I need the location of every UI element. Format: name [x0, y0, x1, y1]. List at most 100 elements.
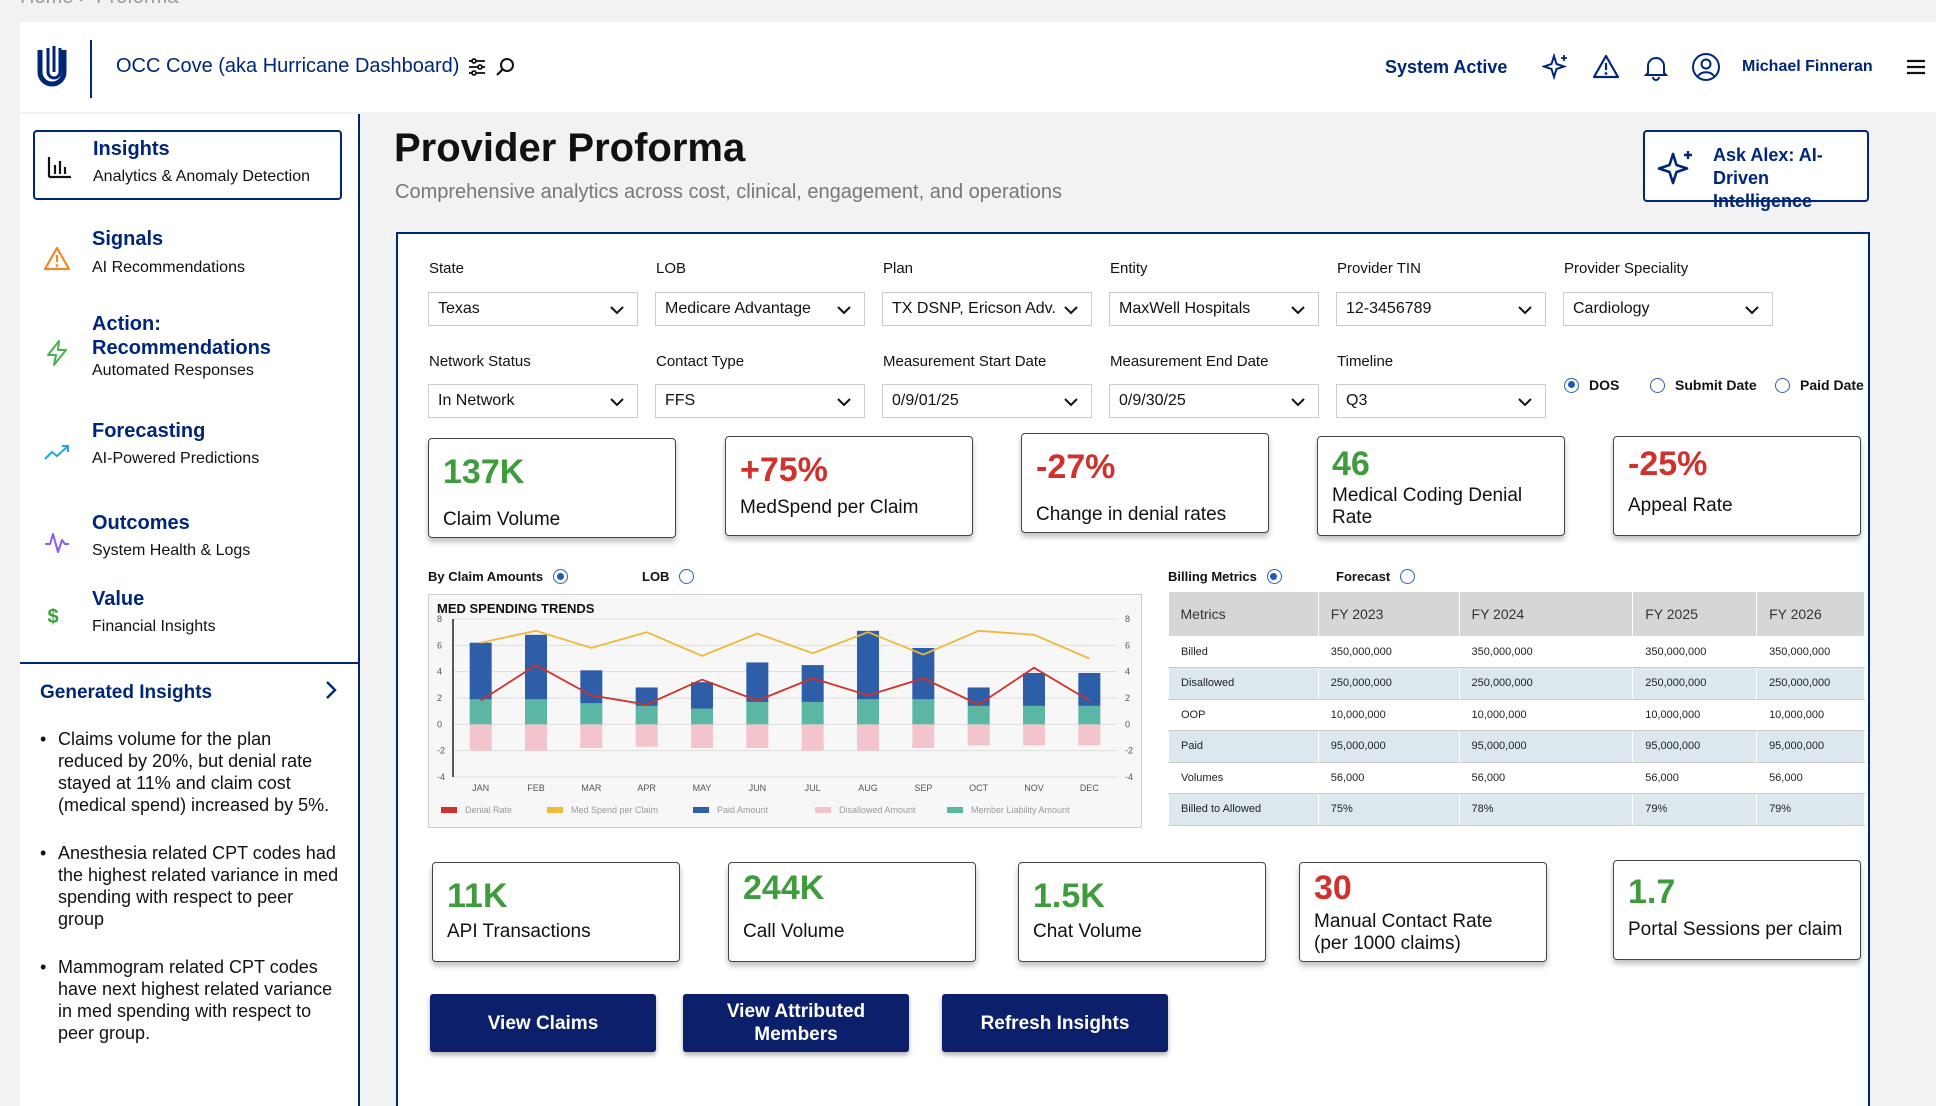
kpi-card-coding-denial[interactable]: 46 Medical Coding Denial Rate [1317, 436, 1565, 536]
table-cell: 56,000 [1632, 761, 1758, 794]
bar-disallowed [691, 724, 713, 749]
bar-member-liability [469, 699, 492, 725]
bar-disallowed [580, 724, 603, 749]
sidebar-item-action[interactable]: Action: Recommendations Automated Respon… [20, 308, 356, 398]
plan-select[interactable]: TX DSNP, Ericson Adv. [882, 292, 1092, 326]
legend-swatch [441, 807, 457, 813]
timeline-select[interactable]: Q3 [1336, 384, 1546, 418]
med-spending-chart: MED SPENDING TRENDS 8 8 6 6 4 4 2 2 0 0 -2 -2 -4 -4 JA… [428, 594, 1142, 828]
contact-select[interactable]: FFS [655, 384, 865, 418]
table-cell: 79% [1756, 793, 1865, 826]
bar-paid [1078, 672, 1101, 706]
state-select[interactable]: Texas [428, 292, 638, 326]
table-cell: 10,000,000 [1317, 698, 1460, 731]
sidebar-item-insights[interactable]: Insights Analytics & Anomaly Detection [33, 130, 342, 200]
bell-icon[interactable] [1641, 52, 1671, 82]
radio-dot [1400, 569, 1416, 584]
sidebar-item-signals[interactable]: Signals AI Recommendations [20, 224, 356, 296]
header-divider [90, 40, 92, 98]
y-tick-label: 0 [437, 719, 442, 729]
insight-item: Claims volume for the plan reduced by 20… [40, 728, 340, 816]
bar-paid [525, 634, 547, 700]
start-date-label: Measurement Start Date [883, 353, 1047, 370]
kpi-card-call-volume[interactable]: 244K Call Volume [728, 862, 976, 962]
bar-paid [912, 647, 935, 700]
table-cell: 56,000 [1458, 761, 1634, 794]
radio-submit-date[interactable]: Submit Date [1650, 377, 1757, 393]
kpi-card-denial-change[interactable]: -27% Change in denial rates [1021, 433, 1269, 533]
start-date-value: 0/9/01/25 [892, 392, 959, 409]
x-tick-label: APR [637, 783, 656, 793]
alert-triangle-icon[interactable] [1591, 52, 1621, 82]
timeline-label: Timeline [1337, 353, 1394, 370]
pulse-icon [42, 528, 72, 558]
kpi-card-manual-contact[interactable]: 30 Manual Contact Rate (per 1000 claims) [1299, 862, 1547, 962]
sidebar-item-outcomes[interactable]: Outcomes System Health & Logs [20, 508, 356, 580]
ai-sparkle-icon[interactable] [1541, 52, 1571, 82]
speciality-select[interactable]: Cardiology [1563, 292, 1773, 326]
table-cell: 56,000 [1317, 761, 1460, 794]
sidebar-item-forecasting[interactable]: Forecasting AI-Powered Predictions [20, 416, 356, 488]
bar-member-liability [580, 703, 603, 725]
start-date-select[interactable]: 0/9/01/25 [882, 384, 1092, 418]
legend-label: Paid Amount [717, 805, 769, 815]
table-cell: 79% [1632, 793, 1758, 826]
filter-sliders-icon[interactable] [462, 52, 492, 82]
view-claims-button[interactable]: View Claims [430, 994, 656, 1052]
kpi-card-api-transactions[interactable]: 11K API Transactions [432, 862, 680, 962]
sidebar-item-title: Action: Recommendations [92, 313, 271, 359]
legend-label: Med Spend per Claim [571, 805, 658, 815]
radio-paid-date[interactable]: Paid Date [1775, 377, 1864, 393]
sidebar-item-value[interactable]: $ Value Financial Insights [20, 584, 356, 656]
page-title: Provider Proforma [394, 126, 746, 170]
sidebar-item-title: Insights [93, 138, 170, 160]
network-label: Network Status [429, 353, 531, 370]
uhc-logo[interactable] [36, 44, 76, 92]
table-header-cell: FY 2024 [1459, 592, 1634, 636]
y-tick-label-right: -4 [1125, 772, 1133, 782]
refresh-insights-button[interactable]: Refresh Insights [942, 994, 1168, 1052]
legend-swatch [547, 807, 563, 813]
kpi-card-portal-sessions[interactable]: 1.7 Portal Sessions per claim [1613, 860, 1861, 960]
toggle-by-claim-amounts[interactable]: By Claim Amounts [428, 569, 569, 584]
toggle-forecast[interactable]: Forecast [1336, 569, 1416, 584]
entity-select[interactable]: MaxWell Hospitals [1109, 292, 1319, 326]
kpi-card-appeal-rate[interactable]: -25% Appeal Rate [1613, 436, 1861, 536]
lob-label: LOB [656, 260, 687, 277]
tin-select[interactable]: 12-3456789 [1336, 292, 1546, 326]
kpi-card-claim-volume[interactable]: 137K Claim Volume [428, 438, 676, 538]
ask-alex-button[interactable]: Ask Alex: AI-Driven Intelligence [1643, 130, 1869, 211]
kpi-card-chat-volume[interactable]: 1.5K Chat Volume [1018, 862, 1266, 962]
tin-value: 12-3456789 [1346, 300, 1432, 317]
sidebar-item-title: Forecasting [92, 420, 206, 442]
hamburger-menu-icon[interactable] [1901, 52, 1931, 82]
chevron-right-icon[interactable] [318, 678, 342, 702]
table-cell: 10,000,000 [1632, 698, 1758, 731]
radio-dos[interactable]: DOS [1564, 377, 1619, 393]
table-row: Volumes 56,000 56,000 56,000 56,000 [1168, 761, 1865, 794]
table-cell: 78% [1458, 793, 1634, 826]
table-cell: 250,000,000 [1632, 667, 1758, 700]
toggle-billing-metrics[interactable]: Billing Metrics [1168, 569, 1282, 584]
lob-select[interactable]: Medicare Advantage [655, 292, 865, 326]
plan-value: TX DSNP, Ericson Adv. [892, 300, 1056, 317]
search-icon[interactable] [490, 52, 520, 82]
bar-paid [967, 687, 990, 706]
kpi-value: 30 [1314, 869, 1352, 907]
table-row: OOP 10,000,000 10,000,000 10,000,000 10,000,… [1168, 698, 1865, 731]
generated-insights-title[interactable]: Generated Insights [40, 682, 212, 704]
user-name[interactable]: Michael Finneran [1742, 58, 1873, 76]
bar-member-liability [1078, 705, 1101, 725]
table-cell: 56,000 [1756, 761, 1865, 794]
radio-dot [553, 569, 569, 584]
legend-swatch [815, 807, 831, 813]
kpi-label: Medical Coding Denial Rate [1332, 485, 1523, 528]
end-date-select[interactable]: 0/9/30/25 [1109, 384, 1319, 418]
kpi-card-medspend[interactable]: +75% MedSpend per Claim [725, 436, 973, 536]
tin-label: Provider TIN [1337, 260, 1421, 277]
toggle-lob[interactable]: LOB [642, 569, 695, 584]
view-attributed-members-button[interactable]: View Attributed Members [683, 994, 909, 1052]
user-avatar-icon[interactable] [1691, 52, 1721, 82]
radio-dot [679, 569, 695, 584]
network-select[interactable]: In Network [428, 384, 638, 418]
